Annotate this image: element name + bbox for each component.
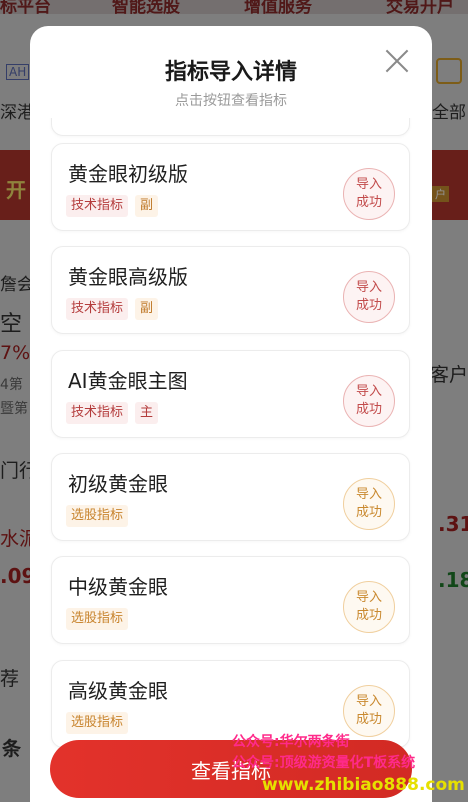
tag-technical: 技术指标 [66,195,129,217]
indicator-name: 中级黄金眼 [68,575,168,599]
import-success-badge: 导入 成功 [343,375,395,427]
tag-sub: 副 [135,195,159,217]
import-success-badge: 导入 成功 [343,271,395,323]
tag-sub: 副 [135,298,159,320]
tag-main: 主 [135,402,159,424]
indicator-tags: 技术指标 副 [66,298,159,320]
indicator-name: 初级黄金眼 [68,472,168,496]
badge-line: 导入 [355,694,382,709]
badge-line: 成功 [355,402,382,417]
watermark-text: 公众号:顶级游资量化T板系统 [232,755,416,771]
tag-stock-selection: 选股指标 [66,608,129,630]
indicator-tags: 技术指标 副 [66,195,159,217]
tag-technical: 技术指标 [66,402,129,424]
close-icon[interactable] [384,48,410,74]
indicator-name: AI黄金眼主图 [68,369,188,393]
watermark-url: www.zhibiao888.com [262,775,465,795]
badge-line: 成功 [355,505,382,520]
badge-line: 导入 [355,487,382,502]
tag-stock-selection: 选股指标 [66,712,129,734]
modal-subtitle: 点击按钮查看指标 [175,93,287,109]
list-item[interactable]: 高级黄金眼 选股指标 导入 成功 [51,660,410,748]
indicator-tags: 选股指标 [66,712,129,734]
badge-line: 成功 [355,712,382,727]
badge-line: 导入 [355,280,382,295]
indicator-name: 高级黄金眼 [68,679,168,703]
indicator-name: 黄金眼高级版 [68,265,188,289]
list-item[interactable]: 中级黄金眼 选股指标 导入 成功 [51,556,410,644]
badge-line: 导入 [355,590,382,605]
list-item[interactable]: 黄金眼初级版 技术指标 副 导入 成功 [51,143,410,231]
list-item [51,118,410,136]
import-success-badge: 导入 成功 [343,478,395,530]
tag-technical: 技术指标 [66,298,129,320]
import-success-badge: 导入 成功 [343,581,395,633]
list-item[interactable]: 初级黄金眼 选股指标 导入 成功 [51,453,410,541]
import-success-badge: 导入 成功 [343,168,395,220]
import-success-badge: 导入 成功 [343,685,395,737]
indicator-list[interactable]: 黄金眼初级版 技术指标 副 导入 成功 黄金眼高级版 技术指标 副 导入 成功 [30,118,432,802]
watermark-text: 公众号:华尔两条街 [232,734,350,750]
indicator-tags: 技术指标 主 [66,402,159,424]
tag-stock-selection: 选股指标 [66,505,129,527]
indicator-name: 黄金眼初级版 [68,162,188,186]
badge-line: 成功 [355,298,382,313]
badge-line: 成功 [355,608,382,623]
indicator-tags: 选股指标 [66,505,129,527]
list-item[interactable]: 黄金眼高级版 技术指标 副 导入 成功 [51,246,410,334]
indicator-tags: 选股指标 [66,608,129,630]
badge-line: 成功 [355,195,382,210]
indicator-import-modal: 指标导入详情 点击按钮查看指标 黄金眼初级版 技术指标 副 导入 成功 黄金眼高… [30,26,432,802]
list-item[interactable]: AI黄金眼主图 技术指标 主 导入 成功 [51,350,410,438]
badge-line: 导入 [355,384,382,399]
modal-title: 指标导入详情 [164,60,297,85]
badge-line: 导入 [355,177,382,192]
